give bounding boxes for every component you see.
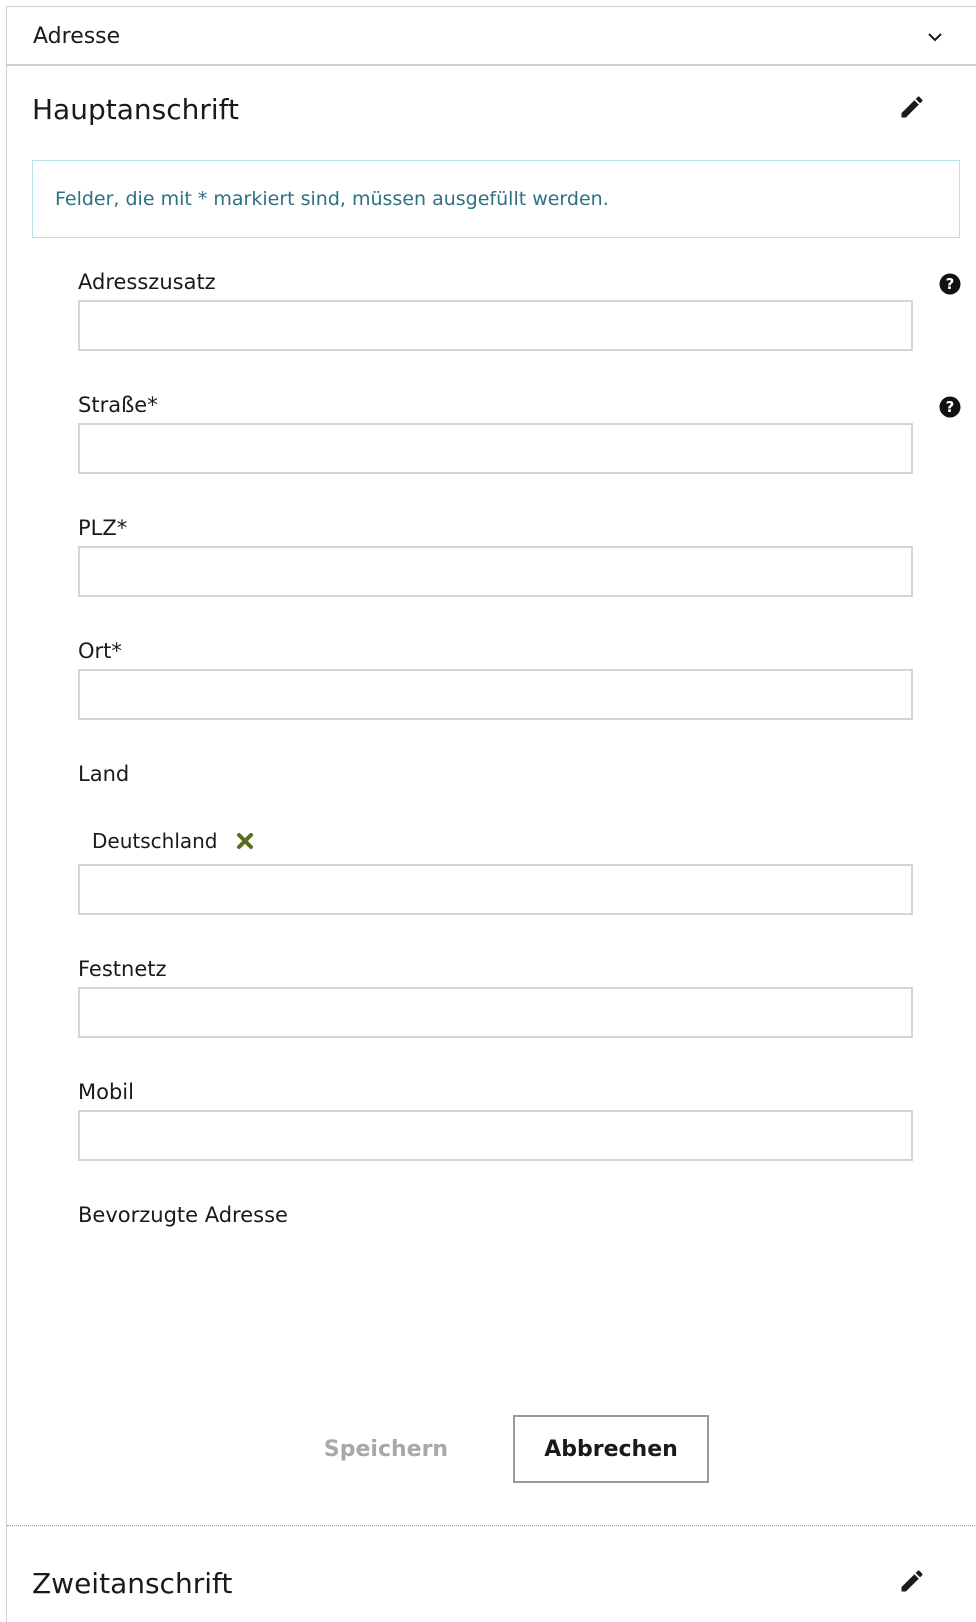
required-fields-notice: Felder, die mit * markiert sind, müssen … [32, 160, 960, 238]
label-land: Land [78, 762, 130, 786]
selected-country-tag: Deutschland [92, 829, 254, 853]
notice-text: Felder, die mit * markiert sind, müssen … [55, 188, 609, 210]
selected-country-label: Deutschland [92, 829, 218, 853]
cancel-button[interactable]: Abbrechen [513, 1415, 709, 1483]
accordion-title: Adresse [33, 24, 121, 49]
question-circle-icon[interactable]: ? [939, 273, 961, 295]
accordion-header-adresse[interactable]: Adresse [7, 7, 976, 66]
pencil-icon[interactable] [898, 93, 926, 121]
mobil-input[interactable] [78, 1110, 913, 1161]
label-adresszusatz: Adresszusatz [78, 270, 216, 294]
strasse-input[interactable] [78, 423, 913, 474]
x-icon[interactable] [236, 832, 254, 850]
label-strasse: Straße* [78, 393, 158, 417]
section-title-primary: Hauptanschrift [32, 93, 239, 126]
label-mobil: Mobil [78, 1080, 134, 1104]
land-input[interactable] [78, 864, 913, 915]
label-preferred-address: Bevorzugte Adresse [78, 1203, 288, 1227]
plz-input[interactable] [78, 546, 913, 597]
pencil-icon[interactable] [898, 1567, 926, 1595]
festnetz-input[interactable] [78, 987, 913, 1038]
label-plz: PLZ* [78, 516, 128, 540]
save-button[interactable]: Speichern [307, 1415, 465, 1483]
address-panel: Adresse Hauptanschrift Felder, die mit *… [6, 6, 976, 1622]
label-ort: Ort* [78, 639, 122, 663]
label-festnetz: Festnetz [78, 957, 167, 981]
svg-text:?: ? [946, 398, 955, 416]
svg-text:?: ? [946, 275, 955, 293]
ort-input[interactable] [78, 669, 913, 720]
section-title-secondary: Zweitanschrift [32, 1567, 233, 1600]
adresszusatz-input[interactable] [78, 300, 913, 351]
section-divider [7, 1525, 976, 1526]
question-circle-icon[interactable]: ? [939, 396, 961, 418]
chevron-down-icon [928, 33, 942, 42]
